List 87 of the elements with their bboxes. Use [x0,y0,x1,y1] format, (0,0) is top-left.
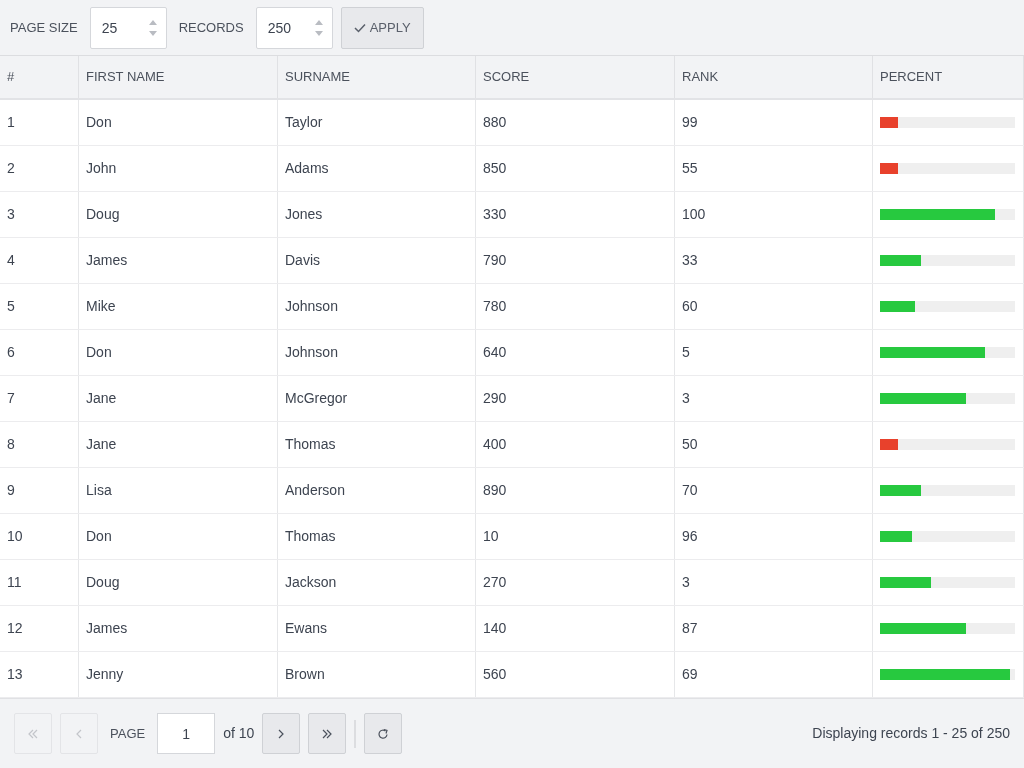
table-cell: 11 [0,560,79,605]
column-header: SURNAME [278,56,476,98]
first-page-icon [27,727,39,740]
column-header: # [0,56,79,98]
table-cell: 1 [0,100,79,145]
table-cell: Ewans [278,606,476,651]
table-cell: Taylor [278,100,476,145]
table-cell: 5 [675,330,873,375]
column-header: SCORE [476,56,675,98]
table-cell: 640 [476,330,675,375]
table-cell: Jones [278,192,476,237]
table-cell: 4 [0,238,79,283]
table-cell: Jackson [278,560,476,605]
table-cell: Don [79,100,278,145]
table-cell: Davis [278,238,476,283]
table-cell: McGregor [278,376,476,421]
table-cell: 5 [0,284,79,329]
table-cell: 69 [675,652,873,697]
table-cell: Don [79,514,278,559]
table-cell: Brown [278,652,476,697]
table-cell: 140 [476,606,675,651]
table-cell: 330 [476,192,675,237]
page-count: of 10 [223,724,255,743]
table-cell: Don [79,330,278,375]
page-label: PAGE [110,724,146,743]
table-cell: 290 [476,376,675,421]
table-cell: Doug [79,192,278,237]
table-cell: 87 [675,606,873,651]
column-header: RANK [675,56,873,98]
table-cell: 9 [0,468,79,513]
number-field[interactable]: 250 [255,6,333,49]
table-cell: John [79,146,278,191]
table-cell: 3 [675,560,873,605]
table-cell: 880 [476,100,675,145]
table-cell: 3 [675,376,873,421]
table-cell: Johnson [278,284,476,329]
table-cell: James [79,238,278,283]
last-page-icon [321,727,334,740]
table-cell: Jane [79,376,278,421]
table-cell: Jane [79,422,278,467]
field-label: RECORDS [178,18,244,37]
refresh-button[interactable] [364,713,403,754]
table-cell: Lisa [79,468,278,513]
table-cell: 8 [0,422,79,467]
next-page-button[interactable] [262,713,301,754]
table-cell: 7 [0,376,79,421]
table-cell: 100 [675,192,873,237]
table-cell: 55 [675,146,873,191]
table-cell: 6 [0,330,79,375]
status-text: Displaying records 1 - 25 of 250 [812,724,1010,743]
table-cell: 96 [675,514,873,559]
table-cell: Doug [79,560,278,605]
table-cell: 10 [476,514,675,559]
last-page-button[interactable] [308,713,347,754]
table-cell: 99 [675,100,873,145]
table-cell: 270 [476,560,675,605]
table-cell: 50 [675,422,873,467]
table-cell: 3 [0,192,79,237]
column-header: FIRST NAME [79,56,278,98]
table-cell: Adams [278,146,476,191]
table-cell: Jenny [79,652,278,697]
table-cell: Mike [79,284,278,329]
table-cell: 70 [675,468,873,513]
table-cell: 400 [476,422,675,467]
table-cell: 33 [675,238,873,283]
table-cell: 2 [0,146,79,191]
table-cell: Johnson [278,330,476,375]
apply-button[interactable]: APPLY [340,6,424,49]
table-cell: Thomas [278,514,476,559]
table-cell: 780 [476,284,675,329]
table-cell: 10 [0,514,79,559]
table-cell: 890 [476,468,675,513]
table-cell: 60 [675,284,873,329]
page-input[interactable]: 1 [157,713,216,754]
check-icon [353,22,366,33]
refresh-icon [377,727,390,740]
table-cell: 560 [476,652,675,697]
table-cell: 850 [476,146,675,191]
table-cell: James [79,606,278,651]
number-field[interactable]: 25 [89,6,167,49]
table-cell: Anderson [278,468,476,513]
table-cell: 13 [0,652,79,697]
field-label: PAGE SIZE [10,18,78,37]
table-cell: Thomas [278,422,476,467]
column-header: PERCENT [873,56,1024,98]
table-cell: 790 [476,238,675,283]
table-cell: 12 [0,606,79,651]
